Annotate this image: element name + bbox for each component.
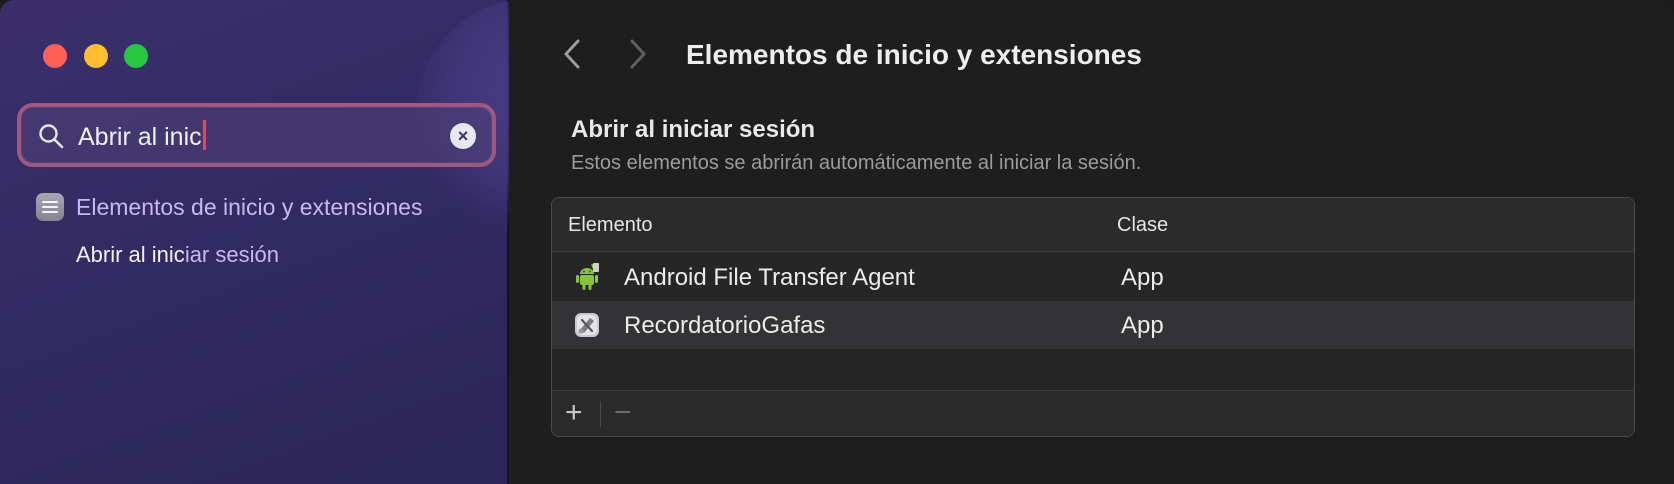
list-icon <box>36 193 64 221</box>
back-button[interactable] <box>557 36 587 72</box>
search-input[interactable]: Abrir al inic <box>78 123 202 151</box>
table-row[interactable]: RecordatorioGafas App <box>552 301 1634 349</box>
column-header-element[interactable]: Elemento <box>568 214 653 237</box>
row-kind: App <box>1121 312 1164 339</box>
close-window-button[interactable] <box>43 44 67 68</box>
section-title: Abrir al iniciar sesión <box>571 116 816 143</box>
chevron-right-icon <box>630 39 646 69</box>
column-header-class[interactable]: Clase <box>1117 214 1168 237</box>
text-caret <box>202 120 206 150</box>
android-icon <box>576 263 599 290</box>
clear-icon[interactable]: × <box>450 123 476 149</box>
table-header: Elemento Clase <box>552 198 1634 252</box>
chevron-left-icon <box>564 39 580 69</box>
settings-window: Abrir al inic × Elementos de inicio y ex… <box>0 0 1674 484</box>
row-kind: App <box>1121 264 1164 291</box>
add-item-button[interactable]: + <box>565 397 583 429</box>
section-subtitle: Estos elementos se abrirán automáticamen… <box>571 152 1142 174</box>
search-result-item[interactable]: Abrir al iniciar sesión <box>76 242 279 268</box>
forward-button[interactable] <box>623 36 653 72</box>
row-name: RecordatorioGafas <box>624 312 826 339</box>
script-app-icon <box>575 313 599 337</box>
search-result-item-match: Abrir al inic <box>76 242 185 267</box>
sidebar: Abrir al inic × Elementos de inicio y ex… <box>0 0 635 484</box>
search-result-item-rest: iar sesión <box>184 242 279 267</box>
table-footer: + − <box>552 390 1634 436</box>
page-title: Elementos de inicio y extensiones <box>686 39 1142 70</box>
search-result-section-label: Elementos de inicio y extensiones <box>76 193 423 220</box>
row-name: Android File Transfer Agent <box>624 264 915 291</box>
main-pane: Elementos de inicio y extensiones Abrir … <box>509 0 1674 484</box>
login-items-table: Elemento Clase Android File Transfer Age… <box>551 197 1635 437</box>
search-icon <box>39 124 64 149</box>
footer-separator <box>600 401 601 427</box>
search-result-section[interactable]: Elementos de inicio y extensiones <box>36 192 422 222</box>
minimize-window-button[interactable] <box>84 44 108 68</box>
search-input-wrapper[interactable]: Abrir al inic <box>78 120 206 153</box>
search-field[interactable]: Abrir al inic × <box>17 103 496 167</box>
table-row[interactable]: Android File Transfer Agent App <box>552 253 1634 301</box>
zoom-window-button[interactable] <box>124 44 148 68</box>
remove-item-button[interactable]: − <box>614 397 632 429</box>
